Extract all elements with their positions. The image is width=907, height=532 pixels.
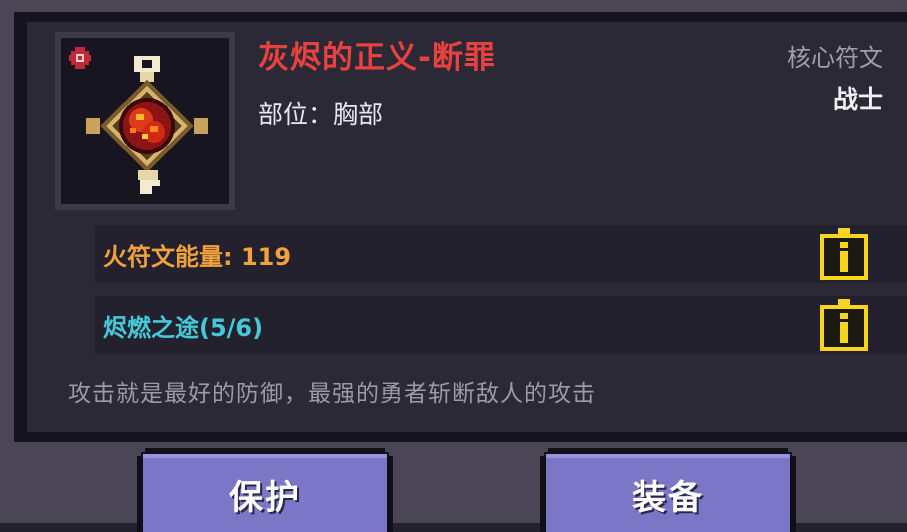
item-class: 战士 — [832, 85, 883, 114]
info-icon[interactable] — [816, 226, 872, 282]
stat-set-label: 烬燃之途(5/6) — [103, 314, 264, 342]
item-description: 攻击就是最好的防御，最强的勇者斩断敌人的攻击 — [68, 381, 596, 407]
protect-button-label: 保护 — [229, 478, 301, 518]
info-icon[interactable] — [816, 297, 872, 353]
item-icon-frame[interactable] — [55, 32, 235, 210]
stat-row-energy: 火符文能量: 119 — [95, 225, 907, 283]
equip-button-label: 装备 — [632, 478, 704, 518]
item-name: 灰烬的正义-断罪 — [258, 40, 496, 76]
item-slot: 部位：胸部 — [258, 100, 384, 129]
stat-row-set-bonus: 烬燃之途(5/6) — [95, 296, 907, 354]
fire-rune-emblem-icon — [86, 56, 208, 194]
protect-button[interactable]: 保护 — [137, 448, 393, 532]
item-icon-background — [61, 38, 229, 204]
item-category: 核心符文 — [787, 44, 883, 72]
stat-energy-label: 火符文能量: 119 — [103, 243, 292, 271]
equip-button[interactable]: 装备 — [540, 448, 796, 532]
